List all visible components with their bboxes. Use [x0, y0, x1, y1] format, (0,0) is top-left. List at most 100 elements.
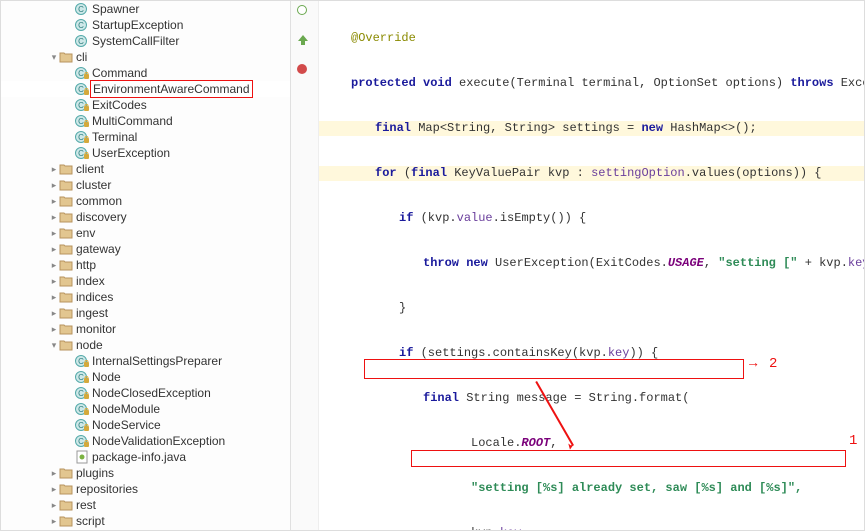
tree-item-env[interactable]: ▸env — [1, 225, 290, 241]
t: final — [411, 166, 454, 180]
tree-item-cluster[interactable]: ▸cluster — [1, 177, 290, 193]
caret-icon[interactable]: ▸ — [49, 497, 59, 513]
caret-icon[interactable]: ▾ — [49, 337, 59, 353]
caret-icon[interactable]: ▸ — [49, 305, 59, 321]
tree-item-label: gateway — [76, 241, 121, 257]
caret-icon[interactable]: ▸ — [49, 193, 59, 209]
t: "setting [" — [718, 256, 804, 270]
folder-icon — [59, 514, 73, 528]
class-icon: C — [75, 130, 89, 144]
t: "setting [%s] already set, saw [%s] and … — [471, 481, 802, 495]
t: if — [399, 346, 421, 360]
project-tree[interactable]: ▸CSpawner▸CStartupException▸CSystemCallF… — [1, 1, 291, 530]
caret-icon[interactable]: ▾ — [49, 49, 59, 65]
tree-item-nodeservice[interactable]: ▸CNodeService — [1, 417, 290, 433]
caret-icon[interactable]: ▸ — [49, 321, 59, 337]
breakpoint-icon[interactable] — [297, 64, 307, 74]
tree-item-startupexception[interactable]: ▸CStartupException — [1, 17, 290, 33]
svg-text:C: C — [78, 21, 84, 30]
tree-item-node[interactable]: ▸CNode — [1, 369, 290, 385]
tree-item-label: NodeModule — [92, 401, 160, 417]
tree-item-label: plugins — [76, 465, 114, 481]
tree-item-nodeclosedexception[interactable]: ▸CNodeClosedException — [1, 385, 290, 401]
t: for — [375, 166, 404, 180]
tree-item-gateway[interactable]: ▸ gateway — [1, 241, 290, 257]
svg-text:C: C — [78, 437, 84, 446]
tree-item-node[interactable]: ▾ node — [1, 337, 290, 353]
tree-item-label: UserException — [92, 145, 170, 161]
tree-item-label: NodeValidationException — [92, 433, 225, 449]
tree-item-internalsettingspreparer[interactable]: ▸CInternalSettingsPreparer — [1, 353, 290, 369]
tree-item-label: client — [76, 161, 104, 177]
caret-icon[interactable]: ▸ — [49, 257, 59, 273]
code-area[interactable]: @Override protected void execute(Termina… — [319, 1, 864, 530]
tree-item-userexception[interactable]: ▸CUserException — [1, 145, 290, 161]
svg-text:C: C — [78, 5, 84, 14]
caret-icon[interactable]: ▸ — [49, 465, 59, 481]
caret-icon[interactable]: ▸ — [49, 273, 59, 289]
tree-item-index[interactable]: ▸ index — [1, 273, 290, 289]
caret-icon[interactable]: ▸ — [49, 289, 59, 305]
t: key — [500, 526, 522, 530]
gutter — [291, 1, 319, 530]
override-marker-icon[interactable] — [297, 5, 307, 15]
method-override-icon[interactable] — [297, 34, 309, 44]
t: , — [704, 256, 718, 270]
tree-item-terminal[interactable]: ▸CTerminal — [1, 129, 290, 145]
annotation-label-2: 2 — [769, 357, 777, 372]
tree-item-exitcodes[interactable]: ▸CExitCodes — [1, 97, 290, 113]
class-icon: C — [75, 402, 89, 416]
tree-item-label: index — [76, 273, 105, 289]
tree-item-script[interactable]: ▸ script — [1, 513, 290, 529]
caret-icon[interactable]: ▸ — [49, 225, 59, 241]
t: throws — [790, 76, 840, 90]
class-icon: C — [75, 2, 89, 16]
tree-item-discovery[interactable]: ▸discovery — [1, 209, 290, 225]
tree-item-indices[interactable]: ▸indices — [1, 289, 290, 305]
tree-item-rest[interactable]: ▸rest — [1, 497, 290, 513]
tree-item-plugins[interactable]: ▸ plugins — [1, 465, 290, 481]
class-icon: C — [75, 66, 89, 80]
caret-icon[interactable]: ▸ — [49, 481, 59, 497]
tree-item-label: node — [76, 337, 103, 353]
tree-item-client[interactable]: ▸ client — [1, 161, 290, 177]
caret-icon[interactable]: ▸ — [49, 209, 59, 225]
t: String message = String.format( — [466, 391, 689, 405]
svg-text:C: C — [78, 357, 84, 366]
caret-icon[interactable]: ▸ — [49, 161, 59, 177]
svg-text:C: C — [78, 117, 84, 126]
tree-item-label: Node — [92, 369, 121, 385]
tree-item-spawner[interactable]: ▸CSpawner — [1, 1, 290, 17]
tree-item-environmentawarecommand[interactable]: ▸CEnvironmentAwareCommand — [1, 81, 290, 97]
caret-icon[interactable]: ▸ — [49, 241, 59, 257]
folder-icon — [59, 338, 73, 352]
tree-item-nodevalidationexception[interactable]: ▸CNodeValidationException — [1, 433, 290, 449]
t: value — [457, 211, 493, 225]
code-editor[interactable]: @Override protected void execute(Termina… — [291, 1, 864, 530]
tree-item-label: repositories — [76, 481, 138, 497]
svg-text:C: C — [78, 389, 84, 398]
tree-item-http[interactable]: ▸http — [1, 257, 290, 273]
tree-item-monitor[interactable]: ▸monitor — [1, 321, 290, 337]
class-icon: C — [75, 82, 89, 96]
tree-item-multicommand[interactable]: ▸CMultiCommand — [1, 113, 290, 129]
tree-item-label: script — [76, 513, 105, 529]
tree-item-cli[interactable]: ▾cli — [1, 49, 290, 65]
caret-icon[interactable]: ▸ — [49, 177, 59, 193]
t: Exception { — [841, 76, 864, 90]
annotation-box-2 — [364, 359, 744, 379]
tree-item-common[interactable]: ▸ common — [1, 193, 290, 209]
tree-item-repositories[interactable]: ▸ repositories — [1, 481, 290, 497]
tree-item-systemcallfilter[interactable]: ▸CSystemCallFilter — [1, 33, 290, 49]
tree-item-command[interactable]: ▸CCommand — [1, 65, 290, 81]
file-icon — [75, 450, 89, 464]
tree-item-ingest[interactable]: ▸ingest — [1, 305, 290, 321]
folder-icon — [59, 242, 73, 256]
tree-item-label: MultiCommand — [92, 113, 173, 129]
caret-icon[interactable]: ▸ — [49, 513, 59, 529]
t: , — [521, 526, 528, 530]
tree-item-package-info-java[interactable]: ▸package-info.java — [1, 449, 290, 465]
tree-item-nodemodule[interactable]: ▸CNodeModule — [1, 401, 290, 417]
tree-item-label: common — [76, 193, 122, 209]
t: Map<String, String> settings = — [418, 121, 641, 135]
